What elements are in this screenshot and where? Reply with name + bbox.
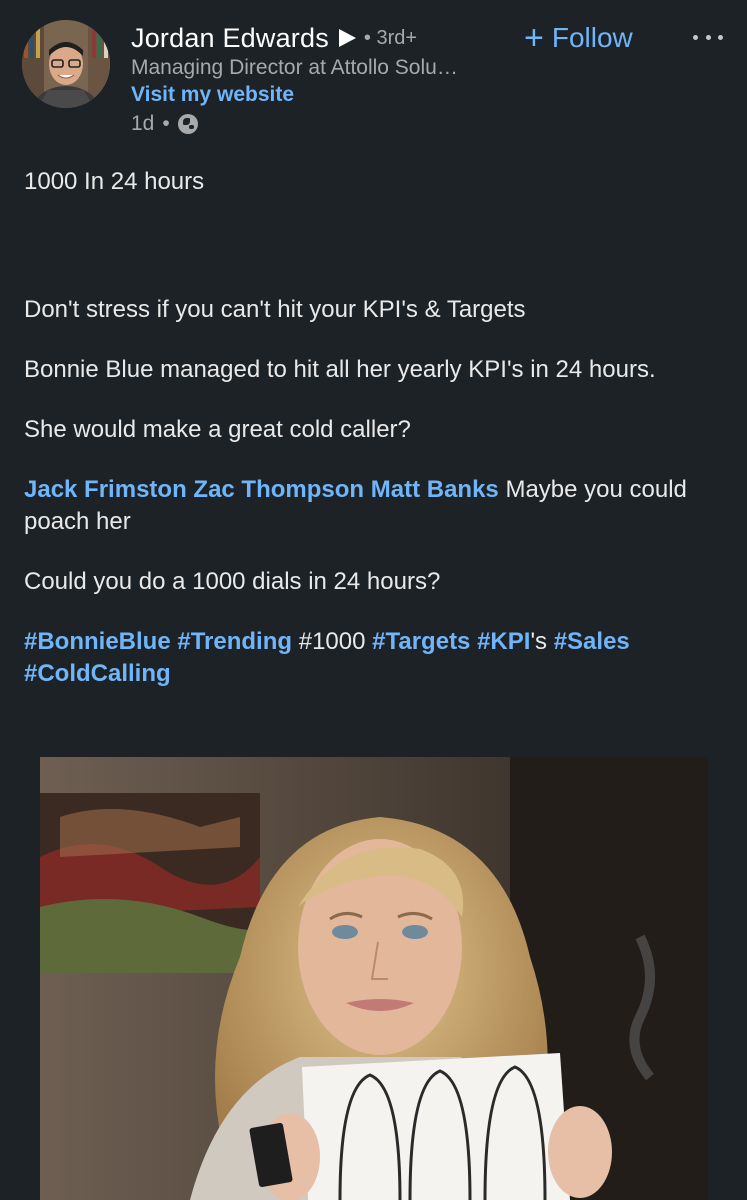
mention-link[interactable]: Zac Thompson [193,476,364,503]
post-line: Could you do a 1000 dials in 24 hours? [24,568,441,595]
visit-website-link[interactable]: Visit my website [131,83,294,107]
hashtags-line: #BonnieBlue #Trending #1000 #Targets #KP… [24,626,714,690]
meta-separator: • [162,112,170,135]
hashtag-link[interactable]: #BonnieBlue [24,628,171,655]
hashtag-link[interactable]: #KPI [477,628,530,655]
post-line: Don't stress if you can't hit your KPI's… [24,296,526,323]
play-icon[interactable] [338,29,356,47]
author-name[interactable]: Jordan Edwards [131,23,329,54]
mention-link[interactable]: Matt Banks [371,476,499,503]
hashtag-link[interactable]: #Sales [554,628,630,655]
post-line: Bonnie Blue managed to hit all her yearl… [24,356,656,383]
author-avatar[interactable] [22,20,110,108]
mention-link[interactable]: Jack Frimston [24,476,187,503]
post-line: She would make a great cold caller? [24,416,411,443]
plus-icon: + [524,19,544,57]
mentions-line: Jack Frimston Zac Thompson Matt Banks Ma… [24,474,714,538]
hashtag-suffix: 's [530,628,548,655]
post-time: 1d [131,112,155,135]
feed-post: Jordan Edwards • 3rd+ + Follow Managing … [0,0,747,1200]
hashtag-link[interactable]: #Trending [177,628,292,655]
post-line: 1000 In 24 hours [24,168,205,195]
ellipsis-icon[interactable] [693,22,723,52]
connection-degree: • 3rd+ [363,26,418,49]
post-meta: 1d • [131,112,198,136]
globe-icon [177,114,198,134]
author-name-row: Jordan Edwards • 3rd+ [131,20,417,56]
hashtag-link[interactable]: #Targets [372,628,470,655]
author-headline: Managing Director at Attollo Solu… [131,56,458,79]
hashtag-link[interactable]: #ColdCalling [24,660,171,687]
post-body: 1000 In 24 hours Don't stress if you can… [24,166,714,690]
post-image[interactable] [40,757,708,1200]
follow-label: Follow [551,22,633,53]
hashtag-text: #1000 [298,628,366,655]
follow-button[interactable]: + Follow [524,18,633,58]
